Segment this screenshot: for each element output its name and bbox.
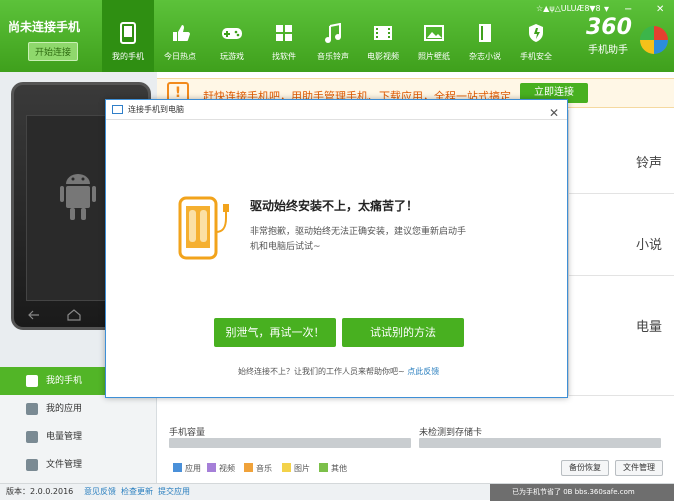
legend-swatch (173, 463, 182, 472)
nav-label: 今日热点 (164, 52, 196, 61)
dialog-footer-text: 始终连接不上？让我们的工作人员来帮助你吧~ (238, 367, 405, 376)
sidebar-item-battery[interactable]: 电量管理 (0, 423, 157, 451)
nav-label: 音乐铃声 (317, 52, 349, 61)
thumbs-up-icon (167, 20, 193, 46)
gamepad-icon (219, 20, 245, 46)
minimize-icon[interactable]: ▾ (604, 4, 609, 15)
top-status-glyphs: ☆▲ψ△ULUÆ8▼8 (536, 4, 601, 13)
legend-music: 音乐 (244, 463, 272, 474)
backup-restore-button[interactable]: 备份恢复 (561, 460, 609, 476)
feedback-link[interactable]: 点此反馈 (407, 367, 439, 376)
product-logo-subtitle: 手机助手 (588, 45, 628, 56)
dialog-close-icon[interactable]: ✕ (549, 103, 559, 123)
nav-magazine[interactable]: 杂志小说 (459, 0, 511, 72)
folder-icon (26, 459, 38, 471)
sd-card-label: 未检测到存储卡 (419, 428, 483, 438)
legend-label: 应用 (185, 464, 201, 473)
legend-swatch (244, 463, 253, 472)
status-footer: 版本：2.0.0.2016 意见反馈 检查更新 提交应用 已为手机节省了 0B … (0, 483, 674, 501)
legend-swatch (207, 463, 216, 472)
nav-software[interactable]: 找软件 (258, 0, 310, 72)
film-icon (370, 20, 396, 46)
feature-list-panel: 铃声 小说 电量 (568, 110, 674, 395)
monitor-icon (112, 105, 123, 114)
legend-label: 音乐 (256, 464, 272, 473)
version-text: 版本：2.0.0.2016 (6, 487, 74, 496)
dialog-message: 非常抱歉，驱动始终无法正确安装，建议您重新启动手机和电脑后试试~ (250, 227, 467, 252)
home-button-icon (67, 309, 81, 321)
phone-cable-illustration-icon (178, 196, 229, 260)
dialog-title-bar: 连接手机到电脑 ✕ (106, 100, 567, 120)
shield-icon (523, 20, 549, 46)
nav-label: 手机安全 (520, 52, 552, 61)
apps-icon (26, 403, 38, 415)
nav-label: 找软件 (272, 52, 296, 61)
nav-wallpaper[interactable]: 照片壁纸 (408, 0, 460, 72)
battery-icon (26, 431, 38, 443)
divider (569, 193, 674, 194)
legend-label: 视频 (219, 464, 235, 473)
connection-status-title: 尚未连接手机 (8, 20, 81, 34)
check-update-link[interactable]: 检查更新 (121, 484, 153, 500)
file-manager-button[interactable]: 文件管理 (615, 460, 663, 476)
legend-swatch (282, 463, 291, 472)
battery-label[interactable]: 电量 (636, 316, 662, 335)
sd-card-bar (419, 438, 661, 448)
dialog-title: 连接手机到电脑 (128, 105, 184, 114)
close-icon[interactable]: ✕ (656, 4, 664, 15)
nav-label: 电影视频 (367, 52, 399, 61)
divider (569, 275, 674, 276)
start-connect-button[interactable]: 开始连接 (28, 42, 79, 61)
phone-capacity-label: 手机容量 (169, 428, 206, 438)
legend-video: 视频 (207, 463, 235, 474)
phone-icon (26, 375, 38, 387)
nav-label: 玩游戏 (220, 52, 244, 61)
apps-grid-icon (271, 20, 297, 46)
connect-phone-dialog: 连接手机到电脑 ✕ 驱动始终安装不上，太痛苦了！ 非常抱歉，驱动始终无法正确安装… (105, 99, 568, 398)
nav-games[interactable]: 玩游戏 (206, 0, 258, 72)
sidebar-item-label: 我的手机 (46, 376, 83, 386)
picture-icon (421, 20, 447, 46)
product-logo: 360 (586, 15, 632, 40)
sidebar-item-label: 电量管理 (46, 432, 83, 442)
restore-icon[interactable]: − (624, 4, 632, 15)
try-other-method-button[interactable]: 试试别的方法 (342, 318, 464, 347)
legend-label: 其他 (331, 464, 347, 473)
book-icon (472, 20, 498, 46)
submit-app-link[interactable]: 提交应用 (158, 484, 190, 500)
sidebar-item-label: 我的应用 (46, 404, 83, 414)
top-bar: 尚未连接手机 开始连接 我的手机 今日热点 玩游戏 找软件 音乐铃声 电影视频 … (0, 0, 674, 72)
android-robot-icon (60, 174, 96, 220)
sidebar-item-label: 文件管理 (46, 460, 83, 470)
footer-savings-text: 已为手机节省了 0B bbs.360safe.com (490, 484, 674, 501)
legend-apps: 应用 (173, 463, 201, 474)
legend-pictures: 图片 (282, 463, 310, 474)
dialog-footer: 始终连接不上？让我们的工作人员来帮助你吧~ 点此反馈 (238, 366, 439, 377)
feedback-link[interactable]: 意见反馈 (84, 484, 116, 500)
nav-video[interactable]: 电影视频 (357, 0, 409, 72)
nav-music[interactable]: 音乐铃声 (307, 0, 359, 72)
sidebar-item-files[interactable]: 文件管理 (0, 451, 157, 479)
sidebar-item-my-apps[interactable]: 我的应用 (0, 395, 157, 423)
phone-icon (115, 20, 141, 46)
retry-button[interactable]: 别泄气，再试一次！ (214, 318, 336, 347)
dialog-heading: 驱动始终安装不上，太痛苦了！ (250, 199, 419, 213)
nav-label: 我的手机 (112, 52, 144, 61)
nav-label: 杂志小说 (469, 52, 501, 61)
logo-ball-icon (640, 26, 668, 54)
music-note-icon (320, 20, 346, 46)
novel-label[interactable]: 小说 (636, 234, 662, 253)
nav-hot-today[interactable]: 今日热点 (154, 0, 206, 72)
ringtone-label[interactable]: 铃声 (636, 152, 662, 171)
nav-my-phone[interactable]: 我的手机 (102, 0, 154, 72)
phone-capacity-bar (169, 438, 411, 448)
legend-other: 其他 (319, 463, 347, 474)
legend-label: 图片 (294, 464, 310, 473)
nav-label: 照片壁纸 (418, 52, 450, 61)
legend-swatch (319, 463, 328, 472)
back-button-icon (28, 310, 39, 320)
storage-panel: 手机容量 未检测到存储卡 应用 视频 音乐 图片 其他 备份恢复 文件管理 (157, 395, 674, 483)
